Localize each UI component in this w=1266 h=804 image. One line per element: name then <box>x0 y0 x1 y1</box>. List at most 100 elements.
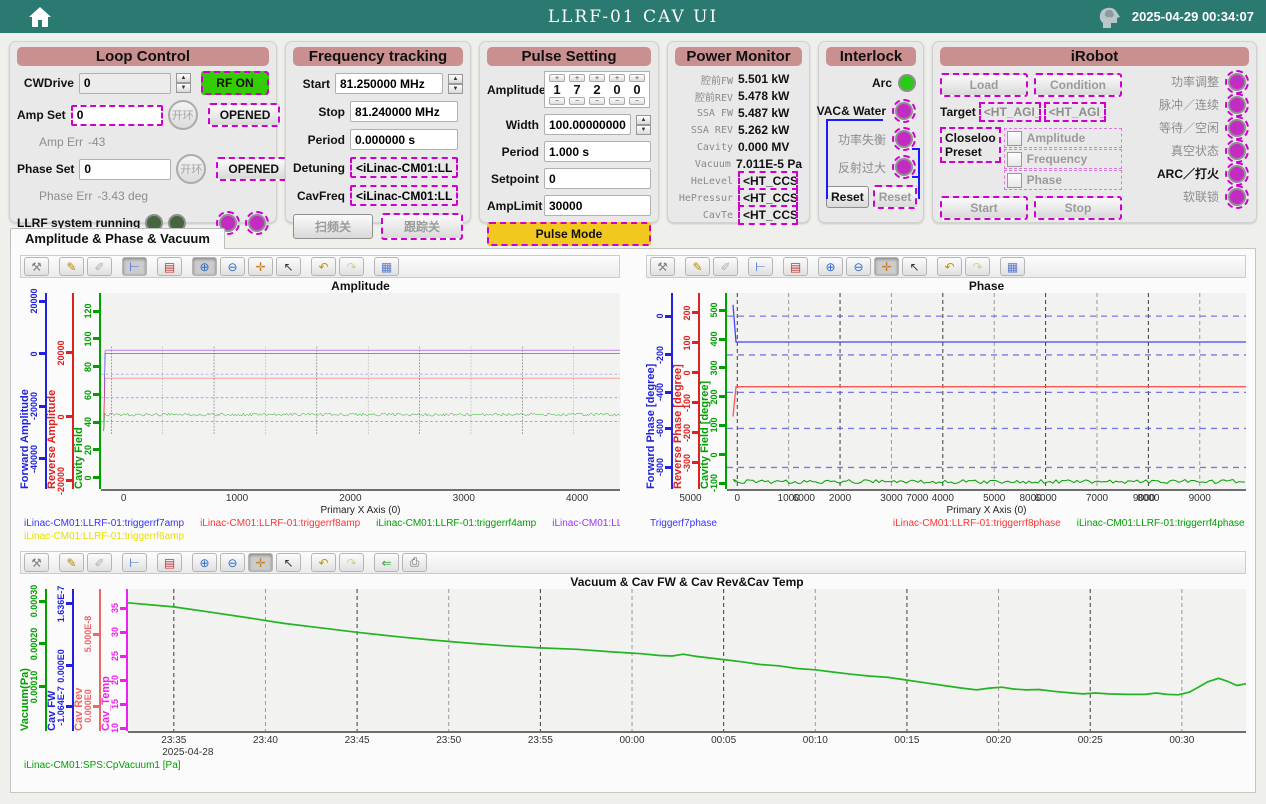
target-value-2[interactable]: <HT_AGI_ <box>1044 102 1106 122</box>
stop-input[interactable] <box>350 101 458 122</box>
phase-set-input[interactable] <box>79 159 171 180</box>
pan-button[interactable]: ✛ <box>874 257 899 276</box>
digit-decrement-button[interactable]: − <box>609 97 625 105</box>
remove-annotation-button[interactable]: ✐ <box>87 553 112 572</box>
zoom-out-button[interactable]: ⊖ <box>220 553 245 572</box>
clock: 2025-04-29 00:34:07 <box>1132 9 1254 24</box>
remove-annotation-button[interactable]: ✐ <box>713 257 738 276</box>
home-button[interactable] <box>28 6 52 28</box>
pointer-button[interactable]: ↖ <box>276 257 301 276</box>
amp-opened-button[interactable]: OPENED <box>208 103 280 127</box>
pointer-button[interactable]: ↖ <box>276 553 301 572</box>
brain-icon[interactable] <box>1097 5 1123 29</box>
print-button[interactable]: ⎙ <box>402 553 427 572</box>
x-tick-label: 5000 <box>983 493 1005 504</box>
undo-button[interactable]: ↶ <box>311 553 336 572</box>
period-input[interactable] <box>544 141 651 162</box>
amplitude-digit-spinner[interactable]: +1−+7−+2−+0−+0− <box>544 71 650 108</box>
amp-open-loop-button[interactable]: 开环 <box>168 100 198 130</box>
amplitude-digit-0[interactable]: +1− <box>549 74 565 105</box>
snapshot-button[interactable]: ▦ <box>374 257 399 276</box>
zoom-out-button[interactable]: ⊖ <box>220 257 245 276</box>
redo-button[interactable]: ↷ <box>339 553 364 572</box>
axes-button[interactable]: ⊢ <box>122 553 147 572</box>
setpoint-input[interactable] <box>544 168 651 189</box>
digit-decrement-button[interactable]: − <box>629 97 645 105</box>
redo-button[interactable]: ↷ <box>965 257 990 276</box>
zoom-out-button[interactable]: ⊖ <box>846 257 871 276</box>
target-value-1[interactable]: <HT_AGI_ <box>979 102 1041 122</box>
vacuum-plot[interactable] <box>128 589 1246 731</box>
interlock-reset-button[interactable]: Reset <box>826 186 869 208</box>
amplitude-plot[interactable] <box>101 293 620 489</box>
undo-button[interactable]: ↶ <box>937 257 962 276</box>
add-annotation-button[interactable]: ✎ <box>59 553 84 572</box>
snapshot-button[interactable]: ▦ <box>1000 257 1025 276</box>
phase-opened-button[interactable]: OPENED <box>216 157 288 181</box>
start-spinner[interactable]: ▲▼ <box>448 74 463 94</box>
chart-amplitude: ⚒✎✐⊢▤⊕⊖✛↖↶↷▦AmplitudeForward Amplitude20… <box>20 255 620 543</box>
zoom-in-button[interactable]: ⊕ <box>818 257 843 276</box>
stacked-chart-button[interactable]: ▤ <box>157 553 182 572</box>
redo-button[interactable]: ↷ <box>339 257 364 276</box>
pan-button[interactable]: ✛ <box>248 257 273 276</box>
configure-button[interactable]: ⚒ <box>24 553 49 572</box>
remove-annotation-button[interactable]: ✐ <box>87 257 112 276</box>
add-annotation-button[interactable]: ✎ <box>59 257 84 276</box>
period-input[interactable] <box>350 129 458 150</box>
frequency-tracking-title: Frequency tracking <box>293 47 463 66</box>
stacked-chart-button[interactable]: ▤ <box>157 257 182 276</box>
digit-increment-button[interactable]: + <box>589 74 605 82</box>
checkbox-row-amplitude[interactable]: Amplitude <box>1004 128 1122 148</box>
interlock-row: VAC& Water <box>826 100 916 122</box>
configure-button[interactable]: ⚒ <box>24 257 49 276</box>
irobot-stop-button[interactable]: Stop <box>1034 196 1122 220</box>
stacked-chart-button[interactable]: ▤ <box>783 257 808 276</box>
cwdrive-spinner[interactable]: ▲▼ <box>176 73 191 93</box>
phase-plot[interactable] <box>727 293 1246 489</box>
undo-button[interactable]: ↶ <box>311 257 336 276</box>
digit-decrement-button[interactable]: − <box>589 97 605 105</box>
digit-decrement-button[interactable]: − <box>569 97 585 105</box>
digit-increment-button[interactable]: + <box>609 74 625 82</box>
digit-increment-button[interactable]: + <box>549 74 565 82</box>
rf-on-button[interactable]: RF ON <box>201 71 269 95</box>
add-annotation-button[interactable]: ✎ <box>685 257 710 276</box>
amplitude-digit-3[interactable]: +0− <box>609 74 625 105</box>
amp-set-input[interactable] <box>71 105 163 126</box>
start-input[interactable] <box>335 73 443 94</box>
amplitude-checkbox[interactable] <box>1007 131 1022 146</box>
tab-amplitude-phase-vacuum[interactable]: Amplitude & Phase & Vacuum <box>10 228 225 249</box>
pointer-button[interactable]: ↖ <box>902 257 927 276</box>
target-label: Target <box>940 105 976 119</box>
width-spinner[interactable]: ▲▼ <box>636 115 651 135</box>
add-annotation-icon: ✎ <box>66 260 76 274</box>
axes-button[interactable]: ⊢ <box>122 257 147 276</box>
interlock-reset2-button[interactable]: Reset <box>873 185 918 209</box>
digit-increment-button[interactable]: + <box>629 74 645 82</box>
configure-button[interactable]: ⚒ <box>650 257 675 276</box>
irobot-condition-button[interactable]: Condition <box>1034 73 1122 97</box>
checkbox-row-phase[interactable]: Phase <box>1004 170 1122 190</box>
amplitude-digit-4[interactable]: +0− <box>629 74 645 105</box>
checkbox-row-frequency[interactable]: Frequency <box>1004 149 1122 169</box>
width-input[interactable] <box>544 114 631 135</box>
amplitude-digit-2[interactable]: +2− <box>589 74 605 105</box>
axes-button[interactable]: ⊢ <box>748 257 773 276</box>
zoom-in-button[interactable]: ⊕ <box>192 257 217 276</box>
phase-open-loop-button[interactable]: 开环 <box>176 154 206 184</box>
amplitude-digit-1[interactable]: +7− <box>569 74 585 105</box>
cwdrive-input[interactable] <box>79 73 171 94</box>
zoom-in-button[interactable]: ⊕ <box>192 553 217 572</box>
digit-increment-button[interactable]: + <box>569 74 585 82</box>
amplimit-input[interactable] <box>544 195 651 216</box>
phase-checkbox[interactable] <box>1007 173 1022 188</box>
frequency-checkbox[interactable] <box>1007 152 1022 167</box>
irobot-load-button[interactable]: Load <box>940 73 1028 97</box>
irobot-start-button[interactable]: Start <box>940 196 1028 220</box>
pan-button[interactable]: ✛ <box>248 553 273 572</box>
detuning-input[interactable] <box>350 157 458 178</box>
digit-decrement-button[interactable]: − <box>549 97 565 105</box>
export-image-button[interactable]: ⇐ <box>374 553 399 572</box>
cavfreq-input[interactable] <box>350 185 458 206</box>
